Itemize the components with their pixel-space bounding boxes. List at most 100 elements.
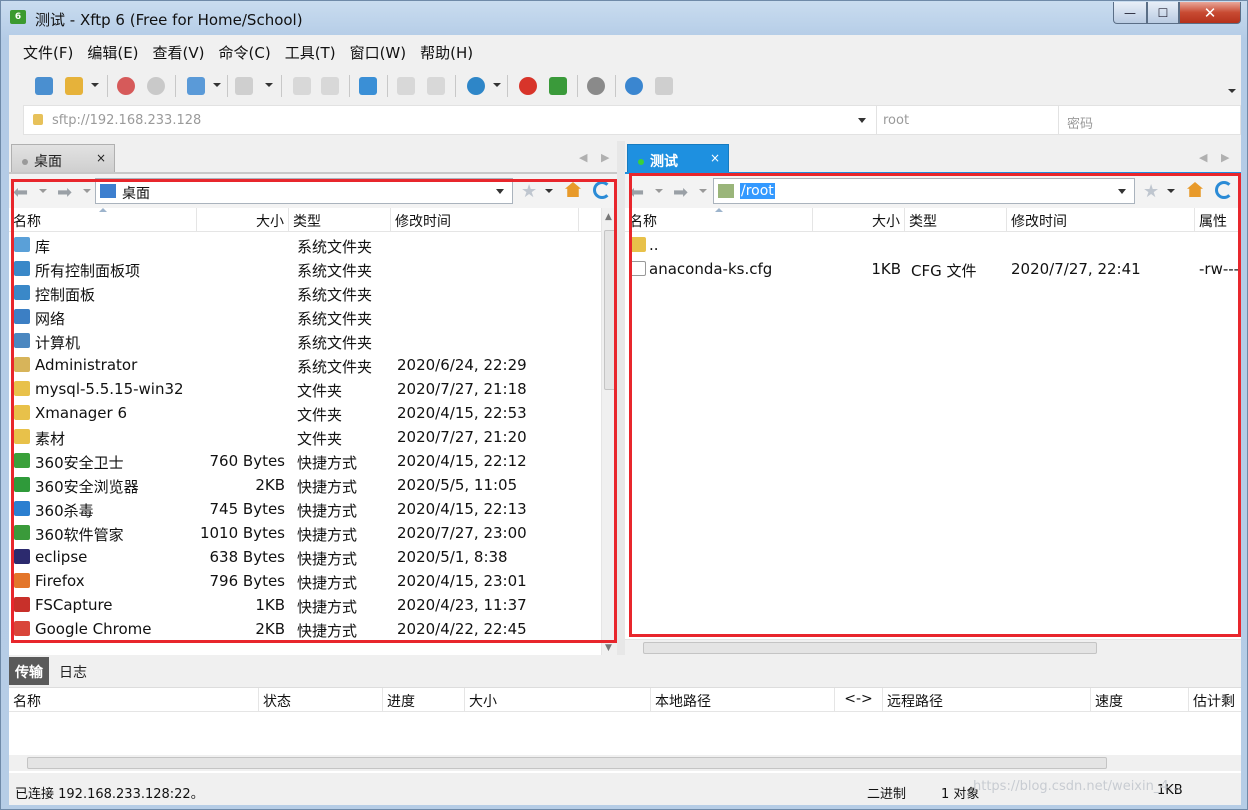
tab-transfers[interactable]: 传输 [9, 657, 49, 685]
menu-edit[interactable]: 编辑(E) [87, 42, 138, 63]
refresh-icon[interactable] [593, 181, 611, 199]
file-row[interactable]: mysql-5.5.15-win32 文件夹 2020/7/27, 21:18 [9, 377, 617, 401]
forward-dropdown-icon[interactable] [83, 189, 91, 193]
home-icon[interactable] [565, 182, 581, 197]
address-dropdown-icon[interactable] [858, 118, 866, 123]
encoding-dropdown-icon[interactable] [493, 83, 501, 87]
col-type[interactable]: 类型 [905, 208, 1007, 232]
scroll-thumb[interactable] [643, 642, 1097, 654]
favorites-star-icon[interactable]: ★ [1143, 181, 1159, 202]
tab-log[interactable]: 日志 [53, 657, 93, 685]
menu-window[interactable]: 窗口(W) [350, 42, 407, 63]
file-row[interactable]: 360安全卫士 760 Bytes 快捷方式 2020/4/15, 22:12 [9, 449, 617, 473]
transfer-dropdown-icon[interactable] [265, 83, 273, 87]
forward-arrow-icon[interactable]: ➡ [57, 182, 72, 203]
sync-icon[interactable] [359, 77, 377, 95]
file-row[interactable]: 360软件管家 1010 Bytes 快捷方式 2020/7/27, 23:00 [9, 521, 617, 545]
toolbar-overflow-icon[interactable] [1228, 89, 1236, 93]
scroll-up-icon[interactable]: ▲ [605, 212, 612, 222]
file-row[interactable]: FSCapture 1KB 快捷方式 2020/4/23, 11:37 [9, 593, 617, 617]
col-speed[interactable]: 速度 [1091, 688, 1189, 712]
disconnect-icon[interactable] [147, 77, 165, 95]
file-row[interactable]: 控制面板 系统文件夹 [9, 281, 617, 305]
file-row[interactable]: 素材 文件夹 2020/7/27, 21:20 [9, 425, 617, 449]
col-modified[interactable]: 修改时间 [1007, 208, 1195, 232]
chat-icon[interactable] [655, 77, 673, 95]
encoding-icon[interactable] [467, 77, 485, 95]
path-dropdown-icon[interactable] [496, 189, 504, 194]
help-icon[interactable] [625, 77, 643, 95]
col-name[interactable]: 名称 [9, 208, 197, 232]
scroll-down-icon[interactable]: ▼ [605, 643, 612, 653]
tab-scroll-left-icon[interactable]: ◀ [1199, 151, 1207, 164]
open-folder-icon[interactable] [65, 77, 83, 95]
tab-scroll-right-icon[interactable]: ▶ [601, 151, 609, 164]
col-size[interactable]: 大小 [465, 688, 651, 712]
gear-icon[interactable] [587, 77, 605, 95]
open-dropdown-icon[interactable] [91, 83, 99, 87]
file-row[interactable]: 360安全浏览器 2KB 快捷方式 2020/5/5, 11:05 [9, 473, 617, 497]
back-dropdown-icon[interactable] [655, 189, 663, 193]
properties-icon[interactable] [187, 77, 205, 95]
col-name[interactable]: 名称 [625, 208, 813, 232]
file-row[interactable]: 360杀毒 745 Bytes 快捷方式 2020/4/15, 22:13 [9, 497, 617, 521]
col-attributes[interactable]: 属性 [1195, 208, 1241, 232]
file-row[interactable]: 所有控制面板项 系统文件夹 [9, 257, 617, 281]
upload-icon[interactable] [397, 77, 415, 95]
favorites-star-icon[interactable]: ★ [521, 181, 537, 202]
connect-icon[interactable] [117, 77, 135, 95]
xftp-icon[interactable] [549, 77, 567, 95]
host-address-input[interactable]: sftp://192.168.233.128 [52, 113, 201, 128]
scroll-thumb[interactable] [604, 230, 616, 390]
favorites-dropdown-icon[interactable] [1167, 189, 1175, 193]
col-progress[interactable]: 进度 [383, 688, 465, 712]
col-direction[interactable]: <-> [835, 688, 883, 712]
file-row[interactable]: .. [625, 233, 1241, 257]
local-path-box[interactable]: 桌面 [95, 178, 513, 204]
close-tab-icon[interactable]: × [96, 151, 106, 165]
local-vertical-scrollbar[interactable]: ▲ ▼ [601, 208, 617, 655]
file-row[interactable]: anaconda-ks.cfg 1KB CFG 文件 2020/7/27, 22:41… [625, 257, 1241, 281]
maximize-button[interactable]: ☐ [1147, 2, 1179, 24]
menu-command[interactable]: 命令(C) [219, 42, 271, 63]
favorites-dropdown-icon[interactable] [545, 189, 553, 193]
file-row[interactable]: Google Chrome 2KB 快捷方式 2020/4/22, 22:45 [9, 617, 617, 641]
close-button[interactable]: ✕ [1179, 2, 1241, 24]
file-row[interactable]: Firefox 796 Bytes 快捷方式 2020/4/15, 23:01 [9, 569, 617, 593]
new-session-icon[interactable] [35, 77, 53, 95]
remote-path-box[interactable]: /root [713, 178, 1135, 204]
col-modified[interactable]: 修改时间 [391, 208, 579, 232]
scroll-thumb[interactable] [27, 757, 1107, 769]
file-row[interactable]: 网络 系统文件夹 [9, 305, 617, 329]
menu-view[interactable]: 查看(V) [153, 42, 205, 63]
back-arrow-icon[interactable]: ⬅ [629, 182, 644, 203]
forward-arrow-icon[interactable]: ➡ [673, 182, 688, 203]
tab-scroll-right-icon[interactable]: ▶ [1221, 151, 1229, 164]
back-arrow-icon[interactable]: ⬅ [13, 182, 28, 203]
col-type[interactable]: 类型 [289, 208, 391, 232]
col-status[interactable]: 状态 [259, 688, 383, 712]
col-size[interactable]: 大小 [813, 208, 905, 232]
menu-file[interactable]: 文件(F) [23, 42, 73, 63]
tab-scroll-left-icon[interactable]: ◀ [579, 151, 587, 164]
col-local-path[interactable]: 本地路径 [651, 688, 835, 712]
col-name[interactable]: 名称 [9, 688, 259, 712]
pane-splitter[interactable] [617, 141, 625, 655]
download-icon[interactable] [427, 77, 445, 95]
col-remote-path[interactable]: 远程路径 [883, 688, 1091, 712]
col-size[interactable]: 大小 [197, 208, 289, 232]
tab-local-desktop[interactable]: 桌面 × [11, 144, 115, 172]
transfer-horizontal-scrollbar[interactable] [9, 755, 1241, 771]
paste-icon[interactable] [321, 77, 339, 95]
properties-dropdown-icon[interactable] [213, 83, 221, 87]
home-icon[interactable] [1187, 182, 1203, 197]
menu-help[interactable]: 帮助(H) [420, 42, 473, 63]
forward-dropdown-icon[interactable] [699, 189, 707, 193]
tab-remote-session[interactable]: 测试 × [627, 144, 729, 172]
transfer-icon[interactable] [235, 77, 253, 95]
file-row[interactable]: 库 系统文件夹 [9, 233, 617, 257]
close-tab-icon[interactable]: × [710, 151, 720, 165]
col-eta[interactable]: 估计剩 [1189, 688, 1241, 712]
xshell-icon[interactable] [519, 77, 537, 95]
path-dropdown-icon[interactable] [1118, 189, 1126, 194]
